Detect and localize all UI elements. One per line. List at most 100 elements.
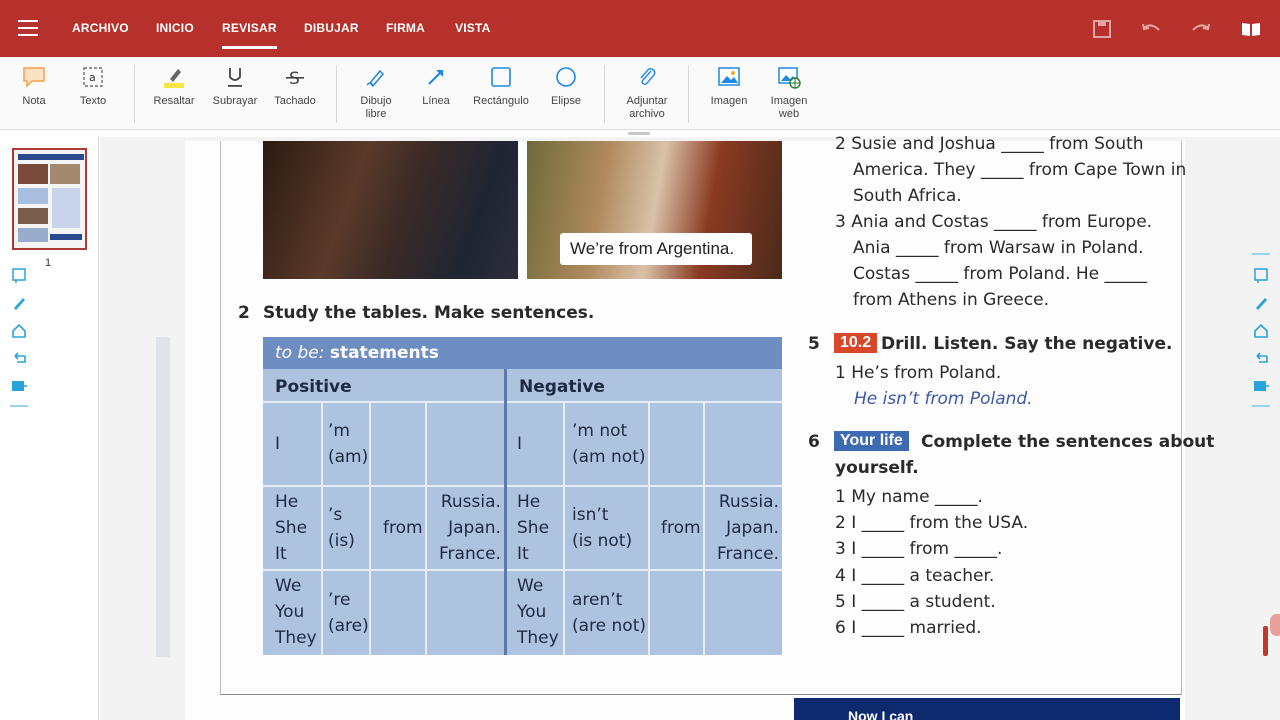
pos-subject-3: We You They [275,576,317,648]
highlighter-icon [164,69,184,88]
exercise-6-item: 3 I _____ from _____. [835,539,1003,559]
pos-subject-2: He She It [275,492,308,564]
freehand-pen-icon [366,69,385,88]
exercise-2-title: Study the tables. Make sentences. [263,303,595,323]
neg-subject-1: I [517,434,523,454]
menu-firma[interactable]: FIRMA [386,21,425,35]
exercise-line: Costas _____ from Poland. He _____ [853,264,1148,284]
speech-bubble: We’re from Argentina. [560,233,752,265]
reading-mode-icon[interactable] [1240,18,1262,40]
exercise-6-item: 6 I _____ married. [835,618,982,638]
exercise-line: America. They _____ from Cape Town in [853,160,1187,180]
neg-verb-2: isn’t (is not) [572,505,633,551]
redo-icon[interactable] [1190,18,1212,40]
menu-revisar[interactable]: REVISAR [222,21,277,49]
exercise-6-title-cont: yourself. [835,458,919,478]
save-icon[interactable] [1091,18,1113,40]
pencil-icon[interactable] [1252,294,1270,312]
strikethrough-icon: S [286,69,304,89]
dibujo-libre-tool[interactable]: Dibujo libre [353,65,399,121]
divider [1252,253,1270,255]
imagen-tool[interactable]: Imagen [706,65,752,108]
book-edge [156,337,170,657]
grammar-table: to be: statements Positive Negative I ’m… [263,337,782,655]
note-icon [23,67,45,88]
home-icon[interactable] [1252,322,1270,340]
svg-text:a: a [89,71,96,84]
presentation-icon[interactable] [10,378,28,396]
rectangle-icon [491,67,511,87]
table-title-rest: statements [329,343,439,363]
divider [1252,405,1270,407]
ellipse-icon [556,67,576,87]
scroll-thumb[interactable] [1270,614,1280,636]
pos-countries: Russia. Japan. France. [439,492,501,564]
menu-archivo[interactable]: ARCHIVO [72,21,129,35]
exercise-line: Ania _____ from Warsaw in Poland. [853,238,1144,258]
pos-verb-3: ’re (are) [328,590,369,636]
rectangulo-tool[interactable]: Rectángulo [468,65,534,108]
text-box-icon: a [83,67,103,87]
paperclip-icon [640,68,656,85]
exercise-5-item: 1 He’s from Poland. [835,363,1002,383]
scroll-indicator[interactable] [1263,626,1268,656]
ribbon-drag-handle[interactable] [628,132,650,135]
negative-header: Negative [519,377,605,397]
home-icon[interactable] [10,322,28,340]
menu-inicio[interactable]: INICIO [156,21,194,35]
imagen-web-tool[interactable]: Imagen web [764,65,814,121]
exercise-6-item: 1 My name _____. [835,487,983,507]
linea-tool[interactable]: Línea [416,65,456,108]
page-thumbnail-1[interactable] [12,148,87,250]
elipse-tool[interactable]: Elipse [546,65,586,108]
menu-dibujar[interactable]: DIBUJAR [304,21,359,35]
nota-tool[interactable]: Nota [14,65,54,108]
neg-subject-2: He She It [517,492,550,564]
divider [10,405,28,407]
subrayar-tool[interactable]: Subrayar [210,65,260,108]
pencil-icon[interactable] [10,294,28,312]
pos-subject-1: I [275,434,281,454]
exercise-5-answer: He isn’t from Poland. [854,389,1033,409]
menu-icon[interactable] [18,20,38,36]
tachado-tool[interactable]: S Tachado [270,65,320,108]
page-number-label: 1 [45,257,52,269]
resaltar-tool[interactable]: Resaltar [150,65,198,108]
neg-countries: Russia. Japan. France. [717,492,779,564]
table-title-italic: to be: [275,343,325,363]
exercise-6-title: Complete the sentences about [921,432,1215,452]
neg-from: from [661,518,701,538]
exercise-6-item: 2 I _____ from the USA. [835,513,1029,533]
undo-icon[interactable] [1140,18,1162,40]
neg-verb-1: ’m not (am not) [572,421,646,467]
presentation-icon[interactable] [1252,378,1270,396]
exercise-line: South Africa. [853,186,962,206]
page-tool-icon[interactable] [10,266,28,284]
texto-tool[interactable]: a Texto [73,65,113,108]
exercise-line: from Athens in Greece. [853,290,1050,310]
svg-text:S: S [289,69,300,89]
line-arrow-icon [428,70,443,85]
thumbnail-panel: 1 [0,137,99,720]
underline-icon [228,68,242,87]
exercise-2-number: 2 [238,303,250,323]
image-icon [718,67,740,86]
exercise-line: 2 Susie and Joshua _____ from South [835,134,1144,154]
top-menu-bar: ARCHIVO INICIO REVISAR DIBUJAR FIRMA VIS… [0,0,1280,57]
exercise-6-item: 5 I _____ a student. [835,592,996,612]
menu-vista[interactable]: VISTA [455,21,490,35]
neg-verb-3: aren’t (are not) [572,590,647,636]
positive-header: Positive [275,377,352,397]
adjuntar-archivo-tool[interactable]: Adjuntar archivo [622,65,672,121]
audio-track-badge: 10.2 [834,333,878,353]
pos-verb-1: ’m (am) [328,421,369,467]
back-arrow-icon[interactable] [10,350,28,368]
exercise-5-number: 5 [808,334,820,354]
photo-couple-1 [263,141,518,279]
exercise-6-item: 4 I _____ a teacher. [835,566,995,586]
exercise-line: 3 Ania and Costas _____ from Europe. [835,212,1153,232]
neg-subject-3: We You They [517,576,559,648]
page-tool-icon[interactable] [1252,266,1270,284]
back-arrow-icon[interactable] [1252,350,1270,368]
now-i-can-label: Now I can [848,708,914,720]
